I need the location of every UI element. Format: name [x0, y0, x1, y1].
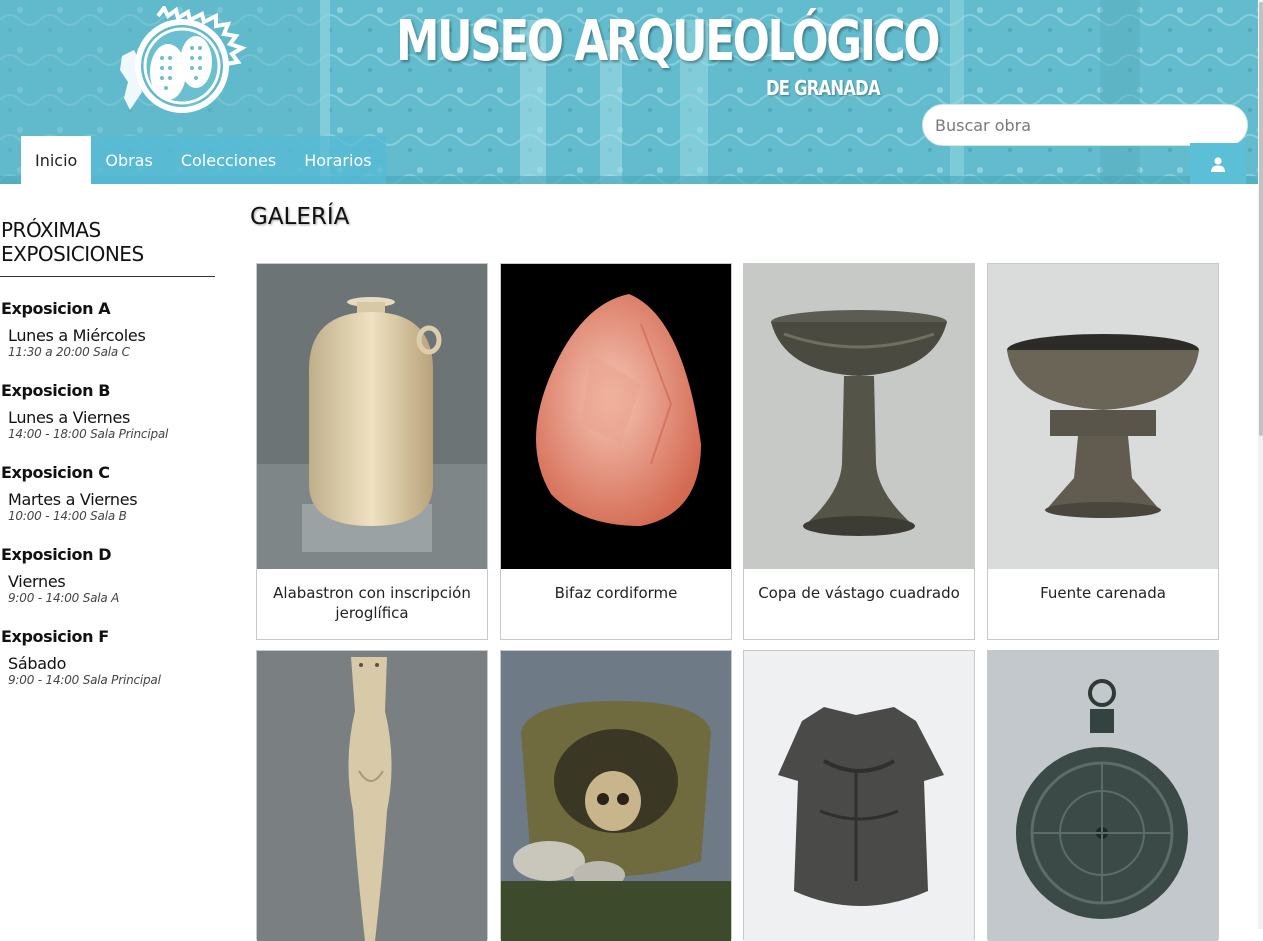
site-header: MUSEO ARQUEOLÓGICO DE GRANADA Inicio Obr…: [0, 0, 1258, 184]
exhibition-item: Exposicion F Sábado 9:00 - 14:00 Sala Pr…: [0, 627, 215, 687]
gallery-title: GALERÍA: [250, 204, 350, 230]
card-caption: Bifaz cordiforme: [554, 584, 678, 602]
exhibition-name: Exposicion B: [1, 381, 111, 400]
user-account-button[interactable]: [1190, 143, 1246, 184]
gallery-card-fuente[interactable]: Fuente carenada: [987, 263, 1219, 640]
burial-urn-image: [501, 651, 731, 941]
title-subtitle: DE GRANADA: [766, 76, 881, 100]
user-icon: [1211, 156, 1225, 172]
exhibition-item: Exposicion C Martes a Viernes 10:00 - 14…: [0, 463, 215, 523]
page-scrollbar-thumb[interactable]: [1259, 2, 1263, 436]
alabaster-jar-image: [257, 264, 487, 569]
gallery-card-bifaz[interactable]: Bifaz cordiforme: [500, 263, 732, 640]
exhibition-name: Exposicion F: [1, 627, 109, 646]
astrolabe-image: [988, 651, 1218, 941]
exhibition-days: Lunes a Miércoles: [8, 326, 146, 345]
exhibition-days: Lunes a Viernes: [8, 408, 131, 427]
exhibition-days: Martes a Viernes: [8, 490, 138, 509]
card-caption: Copa de vástago cuadrado: [758, 584, 960, 602]
sidebar-title-line1: PRÓXIMAS: [1, 218, 101, 242]
tab-inicio[interactable]: Inicio: [21, 136, 92, 184]
search-input[interactable]: [922, 104, 1248, 146]
exhibition-time: 14:00 - 18:00 Sala Principal: [8, 427, 169, 441]
main-nav: Inicio Obras Colecciones Horarios: [21, 136, 386, 184]
exhibition-name: Exposicion D: [1, 545, 112, 564]
handaxe-image: [501, 264, 731, 569]
sidebar-title: PRÓXIMAS EXPOSICIONES: [0, 218, 215, 277]
idol-figure-image: [257, 651, 487, 941]
carinated-bowl-image: [988, 264, 1218, 569]
exhibition-days: Viernes: [8, 572, 66, 591]
gallery-card-cuirass[interactable]: [743, 650, 975, 941]
card-caption: Alabastron con inscripción jeroglífica: [273, 584, 471, 622]
tab-colecciones[interactable]: Colecciones: [166, 136, 291, 184]
exhibition-item: Exposicion A Lunes a Miércoles 11:30 a 2…: [0, 299, 215, 359]
upcoming-exhibitions-sidebar: PRÓXIMAS EXPOSICIONES Exposicion A Lunes…: [0, 218, 215, 687]
gallery-card-idol[interactable]: [256, 650, 488, 941]
tab-horarios[interactable]: Horarios: [290, 136, 386, 184]
sidebar-title-line2: EXPOSICIONES: [1, 242, 144, 266]
gallery-card-astrolabe[interactable]: [987, 650, 1219, 941]
exhibition-days: Sábado: [8, 654, 67, 673]
tab-obras[interactable]: Obras: [91, 136, 167, 184]
bronze-cuirass-image: [744, 651, 974, 941]
exhibition-item: Exposicion B Lunes a Viernes 14:00 - 18:…: [0, 381, 215, 441]
exhibition-time: 9:00 - 14:00 Sala Principal: [8, 673, 161, 687]
title-main: MUSEO ARQUEOLÓGICO: [396, 9, 941, 74]
exhibition-name: Exposicion A: [1, 299, 111, 318]
exhibition-time: 11:30 a 20:00 Sala C: [8, 345, 130, 359]
exhibition-time: 10:00 - 14:00 Sala B: [8, 509, 127, 523]
site-title: MUSEO ARQUEOLÓGICO DE GRANADA: [396, 9, 941, 101]
gallery-card-copa[interactable]: Copa de vástago cuadrado: [743, 263, 975, 640]
museum-logo[interactable]: [118, 6, 260, 114]
stem-cup-image: [744, 264, 974, 569]
card-caption: Fuente carenada: [1040, 584, 1166, 602]
exhibition-name: Exposicion C: [1, 463, 110, 482]
exhibition-item: Exposicion D Viernes 9:00 - 14:00 Sala A: [0, 545, 215, 605]
gallery-card-alabastron[interactable]: Alabastron con inscripción jeroglífica: [256, 263, 488, 640]
gallery-card-urn[interactable]: [500, 650, 732, 941]
exhibition-time: 9:00 - 14:00 Sala A: [8, 591, 120, 605]
